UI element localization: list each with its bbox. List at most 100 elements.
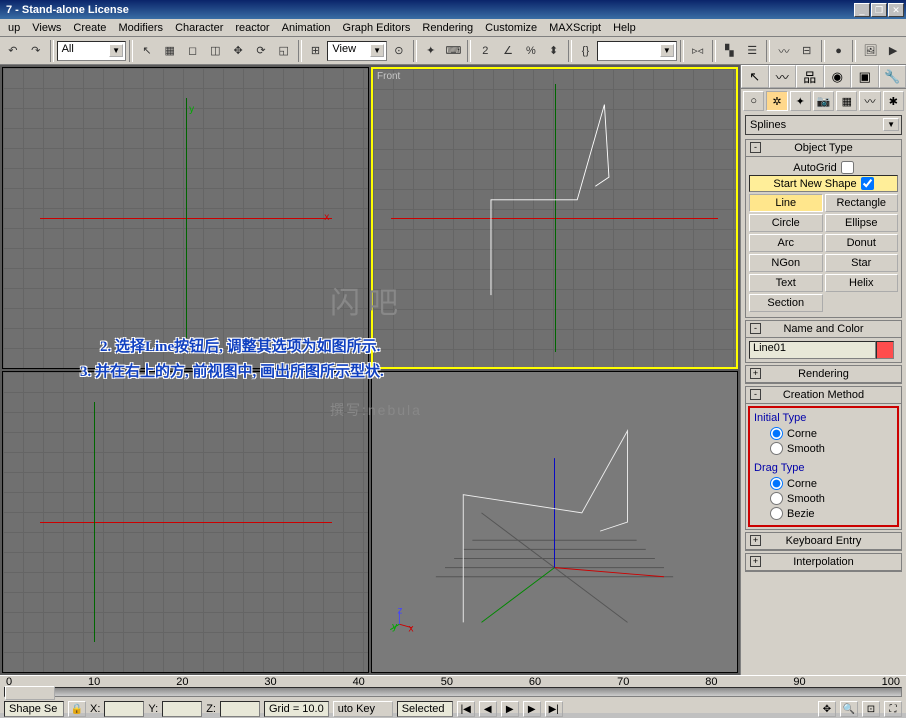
menu-item[interactable]: Views xyxy=(26,20,67,36)
ellipse-button[interactable]: Ellipse xyxy=(825,214,899,232)
helix-button[interactable]: Helix xyxy=(825,274,899,292)
menu-item[interactable]: reactor xyxy=(229,20,275,36)
close-button[interactable]: ✕ xyxy=(888,3,904,17)
redo-button[interactable]: ↷ xyxy=(25,40,47,62)
ref-coord-combo[interactable]: View xyxy=(327,41,387,61)
initial-corner-radio[interactable] xyxy=(770,427,783,440)
display-tab[interactable]: ▣ xyxy=(851,65,879,88)
snap-percent-button[interactable]: % xyxy=(520,40,542,62)
ref-coord-button[interactable]: ⊞ xyxy=(305,40,327,62)
section-button[interactable]: Section xyxy=(749,294,823,312)
schematic-button[interactable]: ⊟ xyxy=(796,40,818,62)
motion-tab[interactable]: ◉ xyxy=(824,65,852,88)
quick-render-button[interactable]: ▶ xyxy=(882,40,904,62)
select-name-button[interactable]: ▦ xyxy=(159,40,181,62)
spacewarps-subtab[interactable]: 〰 xyxy=(859,91,880,111)
expand-icon[interactable]: + xyxy=(750,556,761,567)
menu-item[interactable]: up xyxy=(2,20,26,36)
render-scene-button[interactable]: 🖼 xyxy=(859,40,881,62)
viewport-perspective[interactable]: x y z xyxy=(371,371,738,673)
prev-frame-button[interactable]: ◀ xyxy=(479,701,497,717)
goto-end-button[interactable]: ▶| xyxy=(545,701,563,717)
y-field[interactable] xyxy=(162,701,202,717)
keymode-combo[interactable]: Selected xyxy=(397,701,453,717)
lights-subtab[interactable]: ✦ xyxy=(790,91,811,111)
drag-corner-radio[interactable] xyxy=(770,477,783,490)
modify-tab[interactable]: 〰 xyxy=(769,65,797,88)
menu-item[interactable]: Help xyxy=(607,20,642,36)
snap-angle-button[interactable]: ∠ xyxy=(497,40,519,62)
startnewshape-checkbox[interactable] xyxy=(861,177,874,190)
autokey-button[interactable]: uto Key xyxy=(333,701,393,717)
shapes-subtab[interactable]: ✲ xyxy=(766,91,787,111)
zoom-extents-button[interactable]: ⊡ xyxy=(862,701,880,717)
menu-item[interactable]: Animation xyxy=(276,20,337,36)
layers-button[interactable]: ☰ xyxy=(741,40,763,62)
restore-button[interactable]: ❐ xyxy=(871,3,887,17)
zoom-button[interactable]: 🔍 xyxy=(840,701,858,717)
menu-item[interactable]: MAXScript xyxy=(543,20,607,36)
use-center-button[interactable]: ⊙ xyxy=(388,40,410,62)
goto-start-button[interactable]: |◀ xyxy=(457,701,475,717)
arc-button[interactable]: Arc xyxy=(749,234,823,252)
mirror-button[interactable]: ▹◃ xyxy=(687,40,709,62)
z-field[interactable] xyxy=(220,701,260,717)
named-sets-combo[interactable] xyxy=(597,41,676,61)
expand-icon[interactable]: + xyxy=(750,535,761,546)
systems-subtab[interactable]: ✱ xyxy=(883,91,904,111)
create-tab[interactable]: ↖ xyxy=(741,65,769,88)
object-color-swatch[interactable] xyxy=(876,341,894,359)
next-frame-button[interactable]: ▶ xyxy=(523,701,541,717)
drag-bezier-radio[interactable] xyxy=(770,507,783,520)
scale-button[interactable]: ◱ xyxy=(273,40,295,62)
geometry-subtab[interactable]: ○ xyxy=(743,91,764,111)
snap-2d-button[interactable]: 2 xyxy=(474,40,496,62)
move-button[interactable]: ✥ xyxy=(227,40,249,62)
drag-smooth-radio[interactable] xyxy=(770,492,783,505)
min-max-toggle-button[interactable]: ⛶ xyxy=(884,701,902,717)
collapse-icon[interactable]: - xyxy=(750,142,761,153)
autogrid-checkbox[interactable] xyxy=(841,161,854,174)
collapse-icon[interactable]: - xyxy=(750,323,761,334)
x-field[interactable] xyxy=(104,701,144,717)
text-button[interactable]: Text xyxy=(749,274,823,292)
hierarchy-tab[interactable]: 品 xyxy=(796,65,824,88)
material-editor-button[interactable]: ● xyxy=(828,40,850,62)
lock-button[interactable]: 🔒 xyxy=(68,701,86,717)
select-region-button[interactable]: ◻ xyxy=(182,40,204,62)
donut-button[interactable]: Donut xyxy=(825,234,899,252)
helpers-subtab[interactable]: ▦ xyxy=(836,91,857,111)
keyboard-shortcut-button[interactable]: ⌨ xyxy=(443,40,465,62)
collapse-icon[interactable]: - xyxy=(750,389,761,400)
curve-editor-button[interactable]: 〰 xyxy=(773,40,795,62)
window-crossing-button[interactable]: ◫ xyxy=(204,40,226,62)
select-button[interactable]: ↖ xyxy=(136,40,158,62)
viewport-left[interactable] xyxy=(2,371,369,673)
object-name-input[interactable]: Line01 xyxy=(749,341,876,359)
utilities-tab[interactable]: 🔧 xyxy=(879,65,906,88)
time-slider[interactable] xyxy=(0,684,906,700)
menu-item[interactable]: Graph Editors xyxy=(337,20,417,36)
menu-item[interactable]: Character xyxy=(169,20,229,36)
play-button[interactable]: ▶ xyxy=(501,701,519,717)
ngon-button[interactable]: NGon xyxy=(749,254,823,272)
menu-item[interactable]: Customize xyxy=(479,20,543,36)
initial-smooth-radio[interactable] xyxy=(770,442,783,455)
selection-set-combo[interactable]: All xyxy=(57,41,127,61)
named-sets-button[interactable]: {} xyxy=(575,40,597,62)
star-button[interactable]: Star xyxy=(825,254,899,272)
spinner-snap-button[interactable]: ⬍ xyxy=(543,40,565,62)
rotate-button[interactable]: ⟳ xyxy=(250,40,272,62)
menu-item[interactable]: Create xyxy=(67,20,112,36)
rectangle-button[interactable]: Rectangle xyxy=(825,194,899,212)
viewport-top[interactable]: x y xyxy=(2,67,369,369)
align-button[interactable]: ▚ xyxy=(719,40,741,62)
cameras-subtab[interactable]: 📷 xyxy=(813,91,834,111)
menu-item[interactable]: Modifiers xyxy=(112,20,169,36)
viewport-front[interactable]: Front xyxy=(371,67,738,369)
menu-item[interactable]: Rendering xyxy=(416,20,479,36)
circle-button[interactable]: Circle xyxy=(749,214,823,232)
minimize-button[interactable]: _ xyxy=(854,3,870,17)
select-manipulate-button[interactable]: ✦ xyxy=(420,40,442,62)
category-combo[interactable]: Splines xyxy=(745,115,902,135)
